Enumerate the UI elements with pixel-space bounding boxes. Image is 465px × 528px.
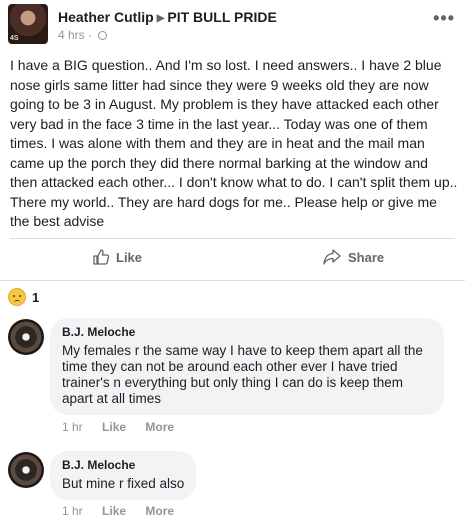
triangle-right-icon: ▶ bbox=[156, 13, 165, 24]
group-name[interactable]: PIT BULL PRIDE bbox=[167, 9, 276, 25]
post-meta: 4 hrs · bbox=[58, 28, 108, 42]
thumbs-up-icon bbox=[93, 249, 110, 265]
commenter-avatar[interactable] bbox=[8, 452, 44, 488]
like-button[interactable]: Like bbox=[92, 241, 142, 273]
commenter-avatar[interactable] bbox=[8, 319, 44, 355]
author-avatar[interactable]: 4S bbox=[8, 4, 48, 44]
sad-reaction-icon bbox=[8, 288, 26, 306]
more-options-button[interactable]: ••• bbox=[433, 8, 455, 29]
section-divider bbox=[0, 280, 465, 281]
comment-time[interactable]: 1 hr bbox=[62, 420, 83, 434]
post-author-line: Heather Cutlip ▶ PIT BULL PRIDE bbox=[58, 9, 277, 25]
comment-more-link[interactable]: More bbox=[145, 420, 174, 434]
comment-actions: 1 hr Like More bbox=[62, 504, 190, 518]
divider bbox=[10, 238, 455, 239]
comment-author[interactable]: B.J. Meloche bbox=[62, 458, 184, 472]
comment-text: But mine r fixed also bbox=[62, 476, 185, 491]
comment-more-link[interactable]: More bbox=[145, 504, 174, 518]
post-action-bar: Like Share bbox=[10, 241, 455, 273]
post-body-text: I have a BIG question.. And I'm so lost.… bbox=[10, 57, 458, 229]
post-header: 4S Heather Cutlip ▶ PIT BULL PRIDE 4 hrs ·… bbox=[8, 4, 457, 44]
share-arrow-icon bbox=[323, 249, 341, 265]
share-label: Share bbox=[348, 249, 385, 265]
comment-bubble: B.J. Meloche My females r the same way I… bbox=[50, 318, 444, 415]
comment-actions: 1 hr Like More bbox=[62, 420, 190, 434]
comment-like-link[interactable]: Like bbox=[102, 420, 126, 434]
author-name[interactable]: Heather Cutlip bbox=[58, 9, 154, 25]
like-label: Like bbox=[116, 249, 143, 265]
comment-bubble: B.J. Meloche But mine r fixed also bbox=[50, 451, 197, 500]
comment-author[interactable]: B.J. Meloche bbox=[62, 325, 432, 339]
meta-separator: · bbox=[88, 28, 93, 42]
reaction-count: 1 bbox=[32, 289, 40, 305]
globe-icon bbox=[98, 31, 108, 40]
reaction-summary[interactable]: 1 bbox=[8, 288, 39, 306]
avatar-badge-text: 4S bbox=[10, 35, 19, 42]
comment-text: My females r the same way I have to keep… bbox=[62, 343, 423, 406]
post-time[interactable]: 4 hrs bbox=[58, 28, 85, 42]
comment-time[interactable]: 1 hr bbox=[62, 504, 83, 518]
comment-like-link[interactable]: Like bbox=[102, 504, 126, 518]
share-button[interactable]: Share bbox=[322, 241, 384, 273]
